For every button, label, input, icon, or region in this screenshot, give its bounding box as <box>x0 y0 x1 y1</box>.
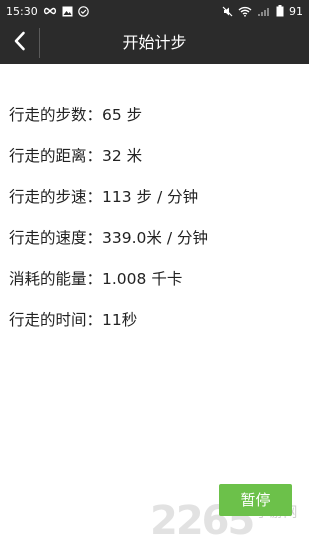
stat-row-cadence: 行走的步速： 113 步 / 分钟 <box>9 182 299 223</box>
status-right: 91 <box>222 4 303 18</box>
stat-value: 339.0米 / 分钟 <box>102 229 208 247</box>
stat-value: 1.008 千卡 <box>102 270 183 288</box>
mute-icon <box>222 4 233 18</box>
stat-label: 行走的速度： <box>9 229 103 247</box>
stat-row-distance: 行走的距离： 32 米 <box>9 141 299 182</box>
status-bar: 15:30 91 <box>0 0 309 22</box>
back-button[interactable] <box>4 22 36 64</box>
pause-button[interactable]: 暂停 <box>219 484 292 516</box>
stat-label: 行走的步速： <box>9 188 103 206</box>
stat-value: 32 米 <box>102 147 143 165</box>
infinity-icon <box>43 4 57 18</box>
status-time: 15:30 <box>6 4 38 18</box>
wifi-icon <box>238 4 252 18</box>
title-bar: 开始计步 <box>0 22 309 64</box>
stat-value: 11秒 <box>102 311 138 329</box>
stat-label: 消耗的能量： <box>9 270 103 288</box>
stat-row-speed: 行走的速度： 339.0米 / 分钟 <box>9 223 299 264</box>
title-divider <box>39 28 40 58</box>
app-screen: 15:30 91 开始计步 行走的步数： 65 步 行走的距离： 32 米 行走… <box>0 0 309 550</box>
stat-value: 113 步 / 分钟 <box>102 188 199 206</box>
stat-row-time: 行走的时间： 11秒 <box>9 305 299 346</box>
check-circle-icon <box>77 4 89 18</box>
stat-label: 行走的时间： <box>9 311 103 329</box>
image-icon <box>62 4 73 18</box>
stat-row-steps: 行走的步数： 65 步 <box>9 100 299 141</box>
stat-label: 行走的步数： <box>9 106 103 124</box>
page-title: 开始计步 <box>122 33 187 52</box>
stat-value: 65 步 <box>102 106 143 124</box>
battery-icon <box>276 4 284 18</box>
stats-list: 行走的步数： 65 步 行走的距离： 32 米 行走的步速： 113 步 / 分钟 行… <box>9 100 299 346</box>
signal-icon <box>257 4 271 18</box>
stat-label: 行走的距离： <box>9 147 103 165</box>
chevron-left-icon <box>13 31 27 55</box>
stat-row-energy: 消耗的能量： 1.008 千卡 <box>9 264 299 305</box>
battery-level: 91 <box>289 4 303 18</box>
status-left: 15:30 <box>6 4 89 18</box>
